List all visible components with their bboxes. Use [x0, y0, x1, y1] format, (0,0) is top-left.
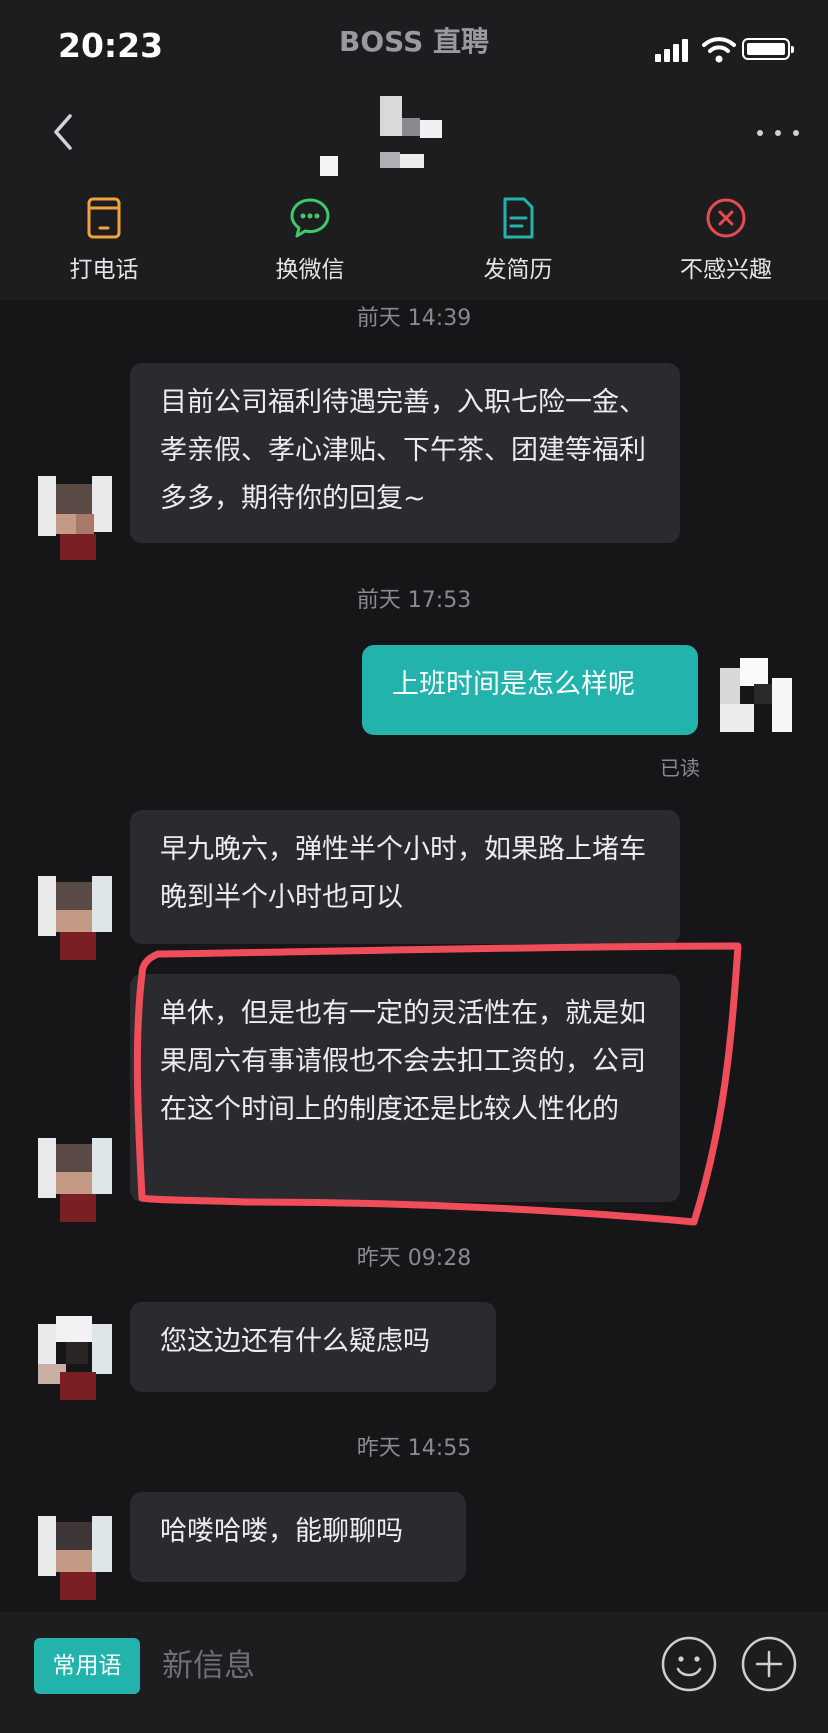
message-input[interactable] [160, 1630, 644, 1702]
call-button[interactable]: 打电话 [24, 196, 184, 286]
recruiter-avatar[interactable] [38, 1516, 112, 1600]
message-bubble: 目前公司福利待遇完善，入职七险一金、孝亲假、孝心津贴、下午茶、团建等福利多多，期… [130, 363, 680, 543]
message-text: 哈喽哈喽，能聊聊吗 [160, 1516, 403, 1547]
my-message-bubble: 上班时间是怎么样呢 [362, 645, 698, 735]
plus-icon[interactable] [740, 1635, 798, 1693]
timestamp: 昨天 09:28 [356, 1246, 472, 1271]
back-button[interactable] [44, 110, 84, 154]
not-interested-button[interactable]: 不感兴趣 [646, 196, 806, 286]
timestamp: 前天 17:53 [356, 588, 472, 613]
contact-name-pixelated [310, 96, 450, 180]
message-text: 早九晚六，弹性半个小时，如果路上堵车晚到半个小时也可以 [160, 834, 646, 913]
recruiter-avatar[interactable] [38, 476, 112, 560]
common-phrases-button[interactable]: 常用语 [34, 1638, 140, 1694]
message-text: 单休，但是也有一定的灵活性在，就是如果周六有事请假也不会去扣工资的，公司在这个时… [160, 998, 646, 1125]
wifi-icon [702, 37, 736, 63]
message-bubble: 早九晚六，弹性半个小时，如果路上堵车晚到半个小时也可以 [130, 810, 680, 944]
message-bubble: 您这边还有什么疑虑吗 [130, 1302, 496, 1392]
exchange-wechat-button[interactable]: 换微信 [230, 196, 390, 286]
message-bubble: 哈喽哈喽，能聊聊吗 [130, 1492, 466, 1582]
message-bubble-highlighted: 单休，但是也有一定的灵活性在，就是如果周六有事请假也不会去扣工资的，公司在这个时… [130, 974, 680, 1202]
wechat-icon [290, 198, 330, 238]
emoji-icon[interactable] [660, 1635, 718, 1693]
read-status: 已读 [660, 756, 700, 780]
send-resume-button[interactable]: 发简历 [438, 196, 598, 286]
resume-icon [503, 197, 534, 239]
my-avatar[interactable] [720, 658, 794, 742]
battery-icon [742, 38, 794, 60]
timestamp: 前天 14:39 [356, 306, 472, 331]
message-text: 上班时间是怎么样呢 [392, 669, 635, 700]
timestamp: 昨天 14:55 [356, 1436, 472, 1461]
signal-icon [655, 38, 689, 62]
call-label: 打电话 [69, 257, 139, 283]
phone-icon [87, 197, 121, 239]
recruiter-avatar[interactable] [38, 1138, 112, 1222]
recruiter-avatar[interactable] [38, 876, 112, 960]
more-options-button[interactable] [755, 118, 803, 148]
exchange-wechat-label: 换微信 [275, 257, 345, 283]
message-text: 目前公司福利待遇完善，入职七险一金、孝亲假、孝心津贴、下午茶、团建等福利多多，期… [160, 387, 646, 514]
message-text: 您这边还有什么疑虑吗 [160, 1326, 430, 1357]
recruiter-avatar[interactable] [38, 1316, 112, 1400]
not-interested-label: 不感兴趣 [680, 257, 772, 283]
send-resume-label: 发简历 [483, 257, 553, 283]
not-interested-icon [706, 198, 746, 238]
